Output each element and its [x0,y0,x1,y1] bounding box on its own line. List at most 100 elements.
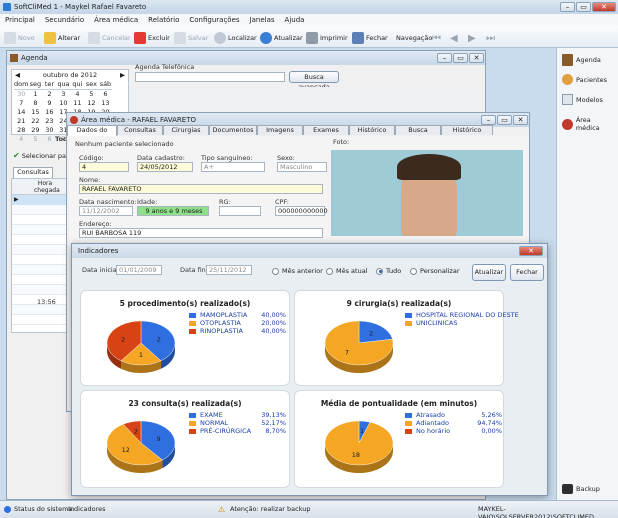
calendar-day[interactable]: 6 [98,90,112,100]
menu-configuracoes[interactable]: Configurações [184,14,244,26]
calendar-day[interactable]: 8 [28,99,42,108]
table-row[interactable] [12,225,70,235]
calendar-day[interactable]: 16 [42,108,56,117]
data-final-field[interactable]: 25/11/2012 [206,265,252,275]
calendar-day[interactable]: 5 [84,90,98,100]
table-row[interactable] [12,205,70,215]
radio-mes-anterior[interactable]: Mês anterior [272,267,323,275]
tab-historico-importado[interactable]: Histórico importado [441,125,493,143]
codigo-field[interactable]: 4 [79,162,129,172]
agenda-close-button[interactable]: ✕ [469,53,484,63]
tab-historico[interactable]: Histórico [349,125,395,135]
calendar-day[interactable]: 30 [14,90,28,100]
radio-tudo[interactable]: Tudo [376,267,401,275]
indicadores-fechar-button[interactable]: Fechar [510,264,544,281]
cancelar-button[interactable]: Cancelar [88,30,131,46]
maximize-button[interactable]: ▭ [576,2,591,12]
table-row[interactable] [12,235,70,245]
area-medica-minimize-button[interactable]: – [481,115,496,125]
calendar-day[interactable]: 11 [70,99,84,108]
cpf-field[interactable]: 000000000000 [275,206,328,216]
radio-personalizar[interactable]: Personalizar [410,267,460,275]
fechar-button[interactable]: Fechar [352,30,388,46]
table-row[interactable] [12,305,70,315]
area-medica-maximize-button[interactable]: ▭ [497,115,512,125]
calendar-next-icon[interactable]: ▶ [120,71,125,79]
busca-avancada-button[interactable]: Busca avançada [289,71,339,91]
radio-mes-atual[interactable]: Mês atual [326,267,368,275]
salvar-button[interactable]: Salvar [174,30,208,46]
next-record-icon[interactable]: ▶ [468,30,476,46]
calendar-day[interactable]: 23 [42,117,56,126]
prev-record-icon[interactable]: ◀ [450,30,458,46]
menu-relatorio[interactable]: Relatório [143,14,184,26]
indicadores-close-button[interactable]: ✕ [519,246,543,256]
excluir-button[interactable]: Excluir [134,30,170,46]
imprimir-button[interactable]: Imprimir [306,30,348,46]
selected-row[interactable]: ▶ [12,195,70,205]
sexo-select[interactable]: Masculino [277,162,327,172]
data-nascimento-field[interactable]: 11/12/2002 [79,206,133,216]
data-cadastro-field[interactable]: 24/05/2012 [137,162,193,172]
sidebar-item-pacientes[interactable]: Pacientes [562,74,616,85]
calendar-day[interactable]: 28 [14,126,28,135]
minimize-button[interactable]: – [560,2,575,12]
menu-secundario[interactable]: Secundário [40,14,89,26]
calendar-day[interactable]: 9 [42,99,56,108]
first-record-icon[interactable]: ⏮ [432,30,441,46]
tab-consultas[interactable]: Consultas [117,125,163,135]
calendar-day[interactable]: 13 [98,99,112,108]
sidebar-item-area-medica[interactable]: Área médica [562,116,616,132]
last-record-icon[interactable]: ⏭ [486,30,495,46]
calendar-day[interactable]: 2 [42,90,56,100]
tab-dados-paciente[interactable]: Dados do paciente [67,125,117,143]
calendar-day[interactable]: 15 [28,108,42,117]
close-button[interactable]: ✕ [592,2,616,12]
calendar-day[interactable]: 22 [28,117,42,126]
menu-ajuda[interactable]: Ajuda [280,14,310,26]
tab-documentos[interactable]: Documentos [209,125,257,135]
data-inicial-field[interactable]: 01/01/2009 [116,265,162,275]
agenda-telefonica-field[interactable] [135,72,285,82]
atualizar-button[interactable]: Atualizar [260,30,303,46]
agenda-minimize-button[interactable]: – [437,53,452,63]
table-row[interactable] [12,245,70,255]
calendar-day[interactable]: 29 [28,126,42,135]
calendar-day[interactable]: 10 [56,99,70,108]
menu-janelas[interactable]: Janelas [245,14,280,26]
tab-imagens[interactable]: Imagens [257,125,303,135]
area-medica-close-button[interactable]: ✕ [513,115,528,125]
alterar-button[interactable]: Alterar [44,30,80,46]
menu-area-medica[interactable]: Área médica [89,14,143,26]
menu-principal[interactable]: Principal [0,14,40,26]
calendar-prev-icon[interactable]: ◀ [15,71,20,79]
table-row[interactable] [12,285,70,295]
tab-cirurgias[interactable]: Cirurgias [163,125,209,135]
calendar-day[interactable]: 3 [56,90,70,100]
sidebar-item-agenda[interactable]: Agenda [562,54,616,66]
calendar-day[interactable]: 14 [14,108,28,117]
sidebar-item-modelos[interactable]: Modelos [562,94,616,105]
endereco-field[interactable]: RUI BARBOSA 119 [79,228,323,238]
nome-field[interactable]: RAFAEL FAVARETO [79,184,323,194]
localizar-button[interactable]: Localizar [214,30,257,46]
indicadores-atualizar-button[interactable]: Atualizar [472,264,506,281]
calendar-day[interactable]: 21 [14,117,28,126]
calendar-day[interactable]: 7 [14,99,28,108]
table-row[interactable] [12,215,70,225]
calendar-day[interactable]: 5 [28,135,42,144]
agenda-maximize-button[interactable]: ▭ [453,53,468,63]
calendar-day[interactable]: 1 [28,90,42,100]
tab-exames[interactable]: Exames [303,125,349,135]
tipo-sanguineo-select[interactable]: A+ [201,162,265,172]
table-row[interactable] [12,315,70,325]
calendar-day[interactable]: 4 [14,135,28,144]
table-row[interactable] [12,275,70,285]
tab-busca[interactable]: Busca [395,125,441,135]
rg-field[interactable] [219,206,261,216]
novo-button[interactable]: Novo [4,30,35,46]
sidebar-item-backup[interactable]: Backup [562,484,616,494]
calendar-day[interactable]: 12 [84,99,98,108]
calendar-day[interactable]: 4 [70,90,84,100]
calendar-day[interactable]: 30 [42,126,56,135]
